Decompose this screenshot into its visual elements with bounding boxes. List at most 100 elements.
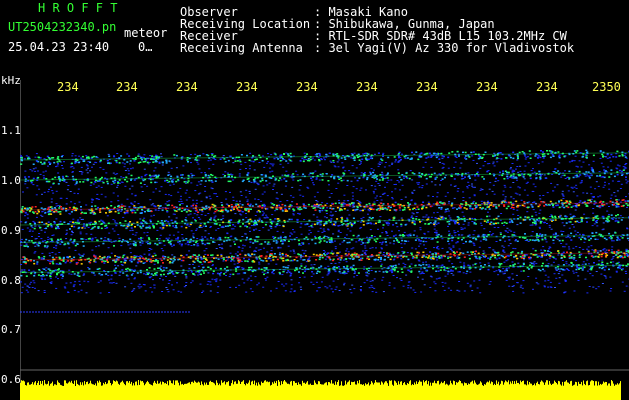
noise-pixel (343, 200, 346, 202)
band-pixel (174, 220, 177, 223)
band-pixel (505, 157, 508, 159)
noise-pixel (602, 228, 605, 230)
noise-pixel (377, 165, 380, 167)
noise-pixel (539, 179, 542, 181)
noise-pixel (403, 231, 406, 233)
noise-pixel (321, 231, 324, 233)
noise-pixel (589, 186, 592, 188)
noise-pixel (399, 278, 402, 280)
noise-pixel (308, 229, 311, 231)
band-pixel (187, 243, 190, 246)
noise-pixel (99, 280, 102, 282)
noise-pixel (315, 281, 318, 283)
band-pixel (441, 178, 444, 180)
band-pixel (79, 181, 82, 183)
noise-pixel (312, 273, 315, 275)
band-pixel (74, 244, 77, 247)
noise-pixel (117, 195, 119, 197)
band-pixel (114, 210, 117, 213)
band-pixel (85, 212, 87, 214)
noise-pixel (233, 241, 236, 243)
band-pixel (440, 235, 443, 237)
band-pixel (538, 170, 541, 173)
band-pixel (411, 221, 414, 224)
noise-pixel (70, 201, 73, 203)
noise-pixel (267, 153, 269, 155)
noise-pixel (282, 166, 285, 168)
band-pixel (195, 204, 197, 207)
noise-pixel (180, 291, 183, 293)
noise-pixel (612, 240, 615, 242)
band-pixel (194, 159, 197, 161)
noise-pixel (546, 223, 548, 224)
band-pixel (515, 200, 518, 203)
band-pixel (621, 153, 624, 156)
noise-pixel (222, 173, 225, 175)
noise-pixel (136, 262, 139, 264)
noise-pixel (419, 243, 422, 245)
noise-pixel (411, 247, 414, 249)
noise-pixel (562, 231, 565, 232)
noise-pixel (530, 170, 533, 172)
band-pixel (177, 179, 180, 181)
band-pixel (196, 243, 199, 245)
band-pixel (617, 214, 619, 216)
band-pixel (527, 216, 530, 219)
noise-pixel (72, 218, 75, 220)
noise-pixel (124, 185, 127, 187)
noise-pixel (274, 210, 277, 212)
band-pixel (377, 221, 380, 223)
band-pixel (154, 242, 157, 245)
band-pixel (617, 205, 620, 208)
noise-pixel (79, 284, 81, 286)
noise-pixel (263, 191, 266, 193)
weak-signal-pixel (35, 311, 37, 313)
noise-pixel (232, 179, 235, 181)
noise-pixel (352, 186, 355, 188)
weak-signal-pixel (92, 311, 94, 313)
band-pixel (161, 209, 164, 211)
noise-pixel (47, 239, 50, 241)
noise-pixel (353, 276, 356, 278)
band-pixel (622, 204, 625, 207)
noise-pixel (427, 201, 430, 203)
noise-pixel (363, 282, 366, 284)
noise-pixel (245, 168, 247, 169)
noise-pixel (312, 182, 314, 184)
noise-pixel (472, 186, 475, 188)
noise-pixel (108, 279, 110, 281)
noise-pixel (65, 229, 68, 231)
band-pixel (115, 161, 118, 164)
noise-pixel (261, 155, 264, 157)
noise-pixel (565, 263, 568, 265)
band-pixel (211, 203, 214, 206)
band-pixel (447, 238, 450, 240)
noise-pixel (400, 217, 403, 219)
band-pixel (90, 181, 93, 184)
noise-pixel (577, 275, 580, 277)
band-pixel (408, 177, 411, 180)
band-pixel (379, 207, 382, 209)
band-pixel (39, 227, 42, 229)
band-pixel (205, 225, 207, 227)
band-pixel (486, 219, 489, 222)
band-pixel (275, 240, 278, 242)
noise-pixel (386, 223, 388, 225)
noise-pixel (281, 174, 284, 176)
noise-pixel (41, 193, 43, 195)
noise-pixel (68, 247, 71, 249)
band-pixel (58, 160, 61, 162)
band-pixel (153, 156, 156, 158)
noise-pixel (484, 161, 487, 162)
noise-pixel (471, 217, 474, 219)
noise-pixel (78, 280, 81, 282)
noise-pixel (295, 237, 298, 238)
noise-pixel (429, 287, 432, 288)
noise-pixel (550, 182, 553, 184)
noise-pixel (331, 250, 334, 252)
noise-pixel (68, 269, 71, 271)
band-pixel (486, 215, 489, 218)
noise-pixel (599, 195, 602, 197)
band-pixel (511, 221, 514, 223)
band-pixel (134, 226, 136, 228)
